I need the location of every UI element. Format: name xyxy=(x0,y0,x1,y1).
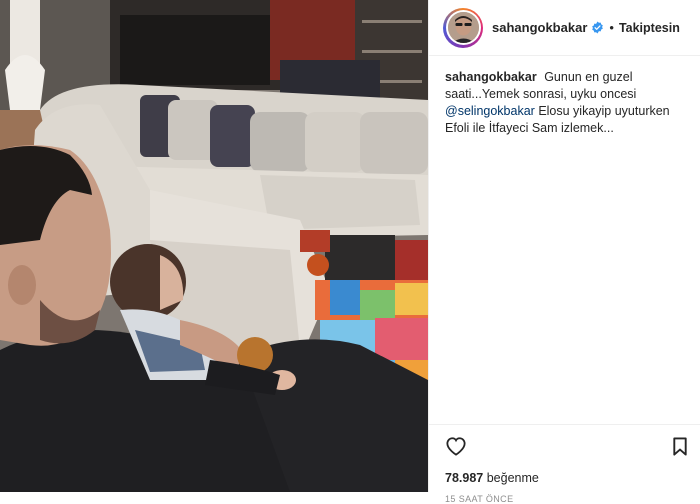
avatar-image xyxy=(447,12,479,43)
caption-mention-link[interactable]: @selingokbakar xyxy=(445,104,535,118)
caption-username-link[interactable]: sahangokbakar xyxy=(445,70,537,84)
verified-badge-icon xyxy=(591,21,604,34)
post-timestamp[interactable]: 15 SAAT ÖNCE xyxy=(429,485,700,504)
post-caption: sahangokbakar Gunun en guzel saati...Yem… xyxy=(429,56,700,137)
avatar-border xyxy=(445,10,481,45)
likes-count[interactable]: 78.987 beğenme xyxy=(429,457,700,485)
post-actions-bar xyxy=(429,425,700,457)
header-separator: • xyxy=(609,20,614,35)
likes-label: beğenme xyxy=(486,471,539,485)
username-link[interactable]: sahangokbakar xyxy=(492,20,587,35)
post-header: sahangokbakar • Takiptesin xyxy=(429,0,700,56)
post-actions-section: 78.987 beğenme 15 SAAT ÖNCE xyxy=(429,424,700,504)
avatar[interactable] xyxy=(443,7,483,48)
likes-number: 78.987 xyxy=(445,471,484,485)
post-photo-image xyxy=(0,0,428,492)
post-side-panel: sahangokbakar • Takiptesin sahangokbakar… xyxy=(428,0,700,504)
bookmark-icon[interactable] xyxy=(672,436,688,456)
post-photo[interactable] xyxy=(0,0,428,492)
heart-icon[interactable] xyxy=(445,436,467,456)
following-button[interactable]: Takiptesin xyxy=(619,21,680,35)
